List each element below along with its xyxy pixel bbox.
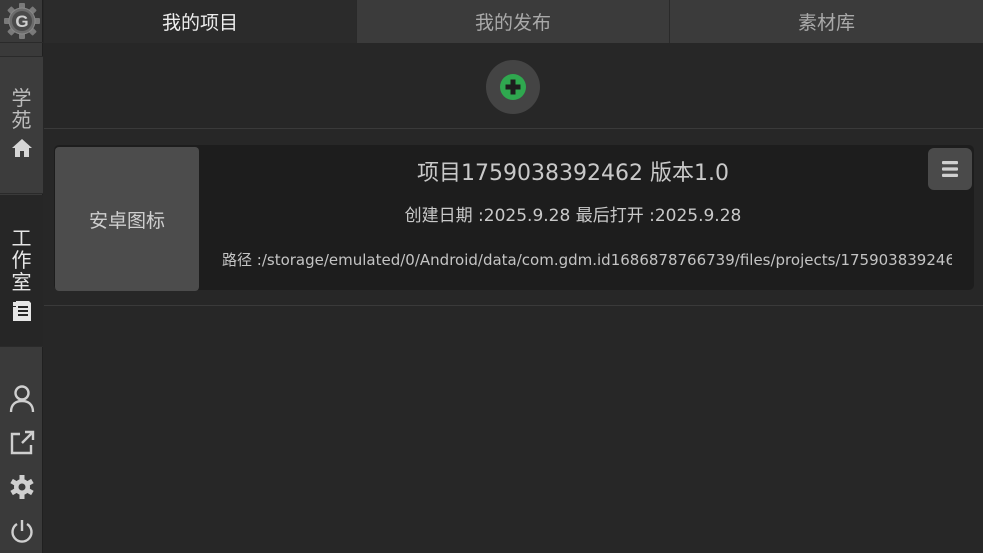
academy-label: 学 苑 <box>11 86 32 132</box>
sidebar: G 学 苑 工 作 室 <box>0 0 43 553</box>
user-button[interactable] <box>0 377 43 421</box>
sidebar-bottom-icons <box>0 377 43 553</box>
settings-button[interactable] <box>0 465 43 509</box>
tab-asset-library[interactable]: 素材库 <box>670 0 983 43</box>
svg-text:G: G <box>15 12 28 31</box>
tab-bar: 我的项目 我的发布 素材库 <box>44 0 983 43</box>
app-logo[interactable]: G <box>0 0 43 43</box>
add-project-button[interactable] <box>486 60 540 114</box>
document-icon <box>12 301 31 321</box>
project-path: 路径 :/storage/emulated/0/Android/data/com… <box>222 251 952 269</box>
external-link-icon <box>10 430 34 455</box>
sidebar-item-studio[interactable]: 工 作 室 <box>0 195 43 347</box>
home-icon <box>11 139 32 157</box>
gear-icon <box>9 475 34 499</box>
project-list: 安卓图标 项目1759038392462 版本1.0 创建日期 :2025.9.… <box>44 129 983 306</box>
plus-circle-icon <box>500 74 526 100</box>
gear-logo-icon: G <box>3 3 40 39</box>
power-button[interactable] <box>0 509 43 553</box>
add-project-bar <box>44 44 983 129</box>
tab-my-publications[interactable]: 我的发布 <box>357 0 670 43</box>
share-button[interactable] <box>0 421 43 465</box>
power-icon <box>10 520 33 543</box>
project-menu-button[interactable] <box>928 148 972 190</box>
studio-label: 工 作 室 <box>11 226 32 294</box>
project-thumbnail[interactable]: 安卓图标 <box>55 147 199 291</box>
app-window: G 学 苑 工 作 室 我的项目 我的发布 素材库 安卓图标 项目1759038… <box>0 0 983 553</box>
user-icon <box>9 385 34 413</box>
hamburger-menu-icon <box>942 161 958 177</box>
project-title: 项目1759038392462 版本1.0 <box>417 161 729 186</box>
tab-my-projects[interactable]: 我的项目 <box>44 0 357 43</box>
project-card[interactable]: 安卓图标 项目1759038392462 版本1.0 创建日期 :2025.9.… <box>54 145 974 291</box>
project-dates: 创建日期 :2025.9.28 最后打开 :2025.9.28 <box>404 206 742 226</box>
sidebar-item-academy[interactable]: 学 苑 <box>0 56 43 194</box>
